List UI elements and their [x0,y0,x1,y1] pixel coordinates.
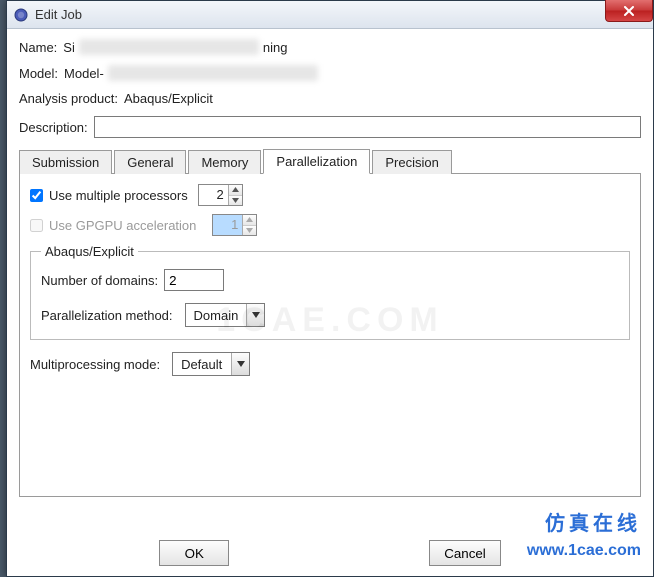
button-bar: OK Cancel [7,532,653,576]
parallelization-method-label: Parallelization method: [41,308,173,323]
domains-row: Number of domains: [41,269,619,291]
use-multiple-processors-label: Use multiple processors [49,188,188,203]
ok-button[interactable]: OK [159,540,229,566]
titlebar: Edit Job [7,1,653,29]
method-row: Parallelization method: Domain [41,303,619,327]
close-icon [623,6,635,16]
gpgpu-spinner: 1 [212,214,257,236]
app-icon [13,7,29,23]
multiprocessing-mode-value: Default [173,353,231,375]
tab-memory[interactable]: Memory [188,150,261,174]
use-gpgpu-label: Use GPGPU acceleration [49,218,196,233]
chevron-down-icon [237,361,245,367]
analysis-row: Analysis product: Abaqus/Explicit [19,91,641,106]
number-of-domains-label: Number of domains: [41,273,158,288]
number-of-domains-input[interactable] [164,269,224,291]
tab-panel-parallelization: Use multiple processors 2 Use GPGPU acce… [19,174,641,497]
processors-down[interactable] [229,196,242,206]
gpgpu-up [243,215,256,226]
abaqus-explicit-legend: Abaqus/Explicit [41,244,138,259]
close-button[interactable] [605,0,653,22]
tab-parallelization[interactable]: Parallelization [263,149,370,174]
dialog-content: Name: Si ning Model: Model- Analysis pro… [7,29,653,532]
use-multiple-processors-row: Use multiple processors 2 [30,184,630,206]
multiprocessing-mode-dropdown[interactable] [231,353,249,375]
abaqus-explicit-group: Abaqus/Explicit Number of domains: Paral… [30,244,630,340]
parallelization-method-value: Domain [186,304,247,326]
tab-precision[interactable]: Precision [372,150,451,174]
model-redacted [108,65,318,81]
description-input[interactable] [94,116,641,138]
model-row: Model: Model- [19,65,641,81]
description-row: Description: [19,116,641,138]
multiprocessing-mode-combo[interactable]: Default [172,352,250,376]
name-value-prefix: Si [63,40,75,55]
analysis-product-value: Abaqus/Explicit [124,91,213,106]
processors-arrows [229,185,242,205]
name-redacted [79,39,259,55]
model-value-prefix: Model- [64,66,104,81]
gpgpu-value: 1 [213,215,243,235]
multiprocessing-mode-label: Multiprocessing mode: [30,357,160,372]
gpgpu-down [243,226,256,236]
processors-up[interactable] [229,185,242,196]
processors-spinner[interactable]: 2 [198,184,243,206]
mode-row: Multiprocessing mode: Default [30,352,630,376]
edit-job-dialog: Edit Job Name: Si ning Model: Model- Ana… [6,0,654,577]
gpgpu-arrows [243,215,256,235]
tab-submission[interactable]: Submission [19,150,112,174]
use-multiple-processors-checkbox[interactable] [30,189,43,202]
cancel-button[interactable]: Cancel [429,540,501,566]
chevron-down-icon [252,312,260,318]
parallelization-method-combo[interactable]: Domain [185,303,266,327]
analysis-product-label: Analysis product: [19,91,118,106]
parallelization-method-dropdown[interactable] [246,304,264,326]
model-label: Model: [19,66,58,81]
tab-general[interactable]: General [114,150,186,174]
name-row: Name: Si ning [19,39,641,55]
name-label: Name: [19,40,57,55]
name-value-suffix: ning [263,40,288,55]
tabs: Submission General Memory Parallelizatio… [19,148,641,174]
description-label: Description: [19,120,88,135]
window-title: Edit Job [35,7,82,22]
processors-value[interactable]: 2 [199,185,229,205]
use-gpgpu-checkbox [30,219,43,232]
use-gpgpu-row: Use GPGPU acceleration 1 [30,214,630,236]
